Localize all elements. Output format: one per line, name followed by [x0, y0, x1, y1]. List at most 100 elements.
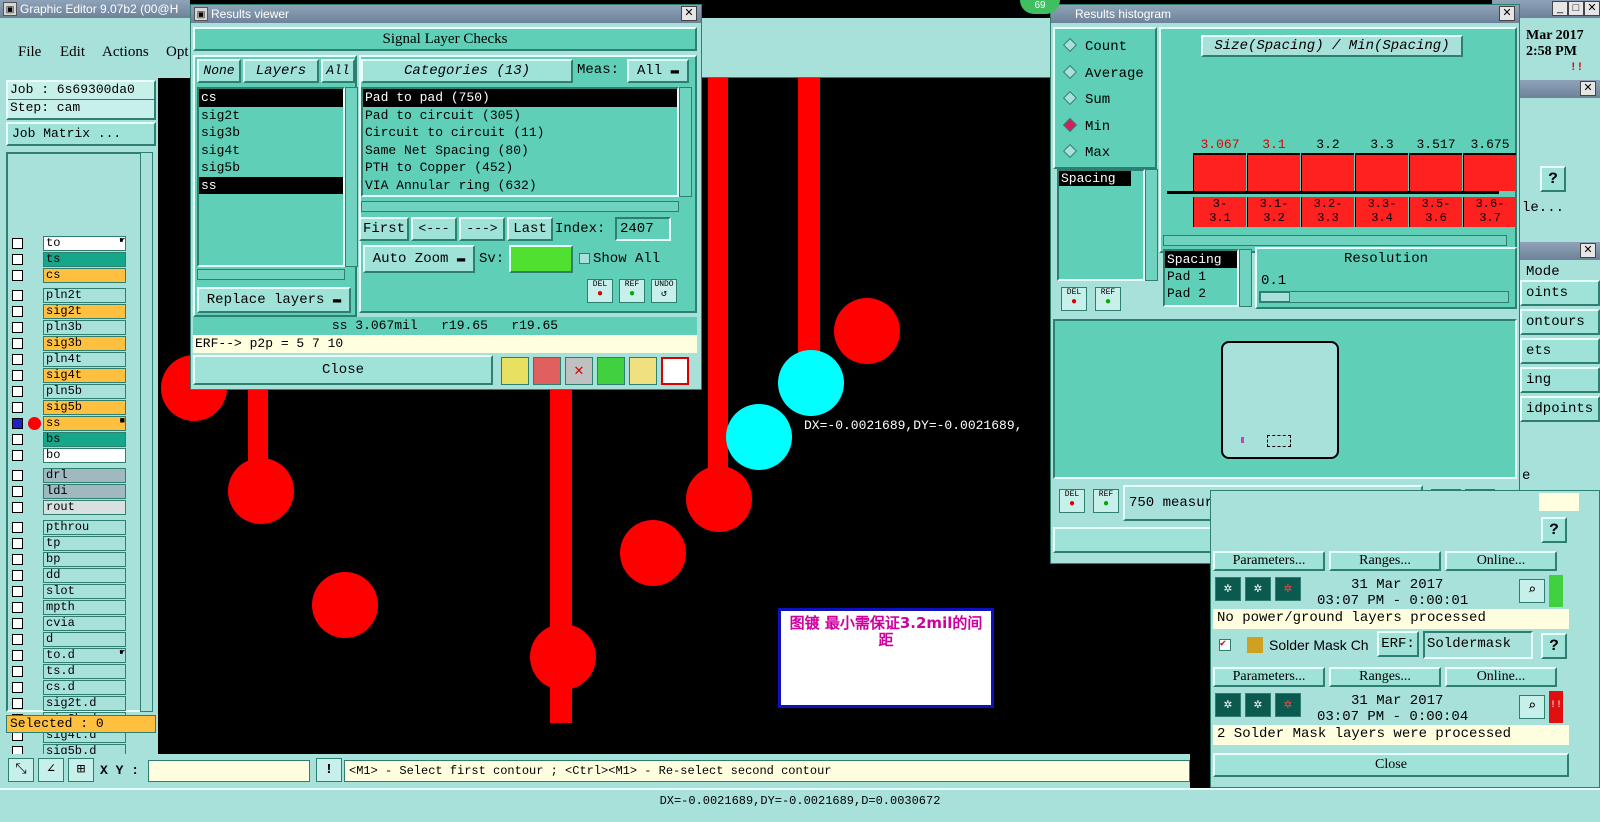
layer-row[interactable]: slot: [12, 584, 127, 599]
histogram-bar[interactable]: [1463, 153, 1516, 191]
layer-checkbox[interactable]: [12, 434, 23, 445]
radio-diamond-icon[interactable]: [1062, 64, 1078, 79]
layer-row[interactable]: to ☛: [12, 236, 127, 251]
layer-checkbox[interactable]: [12, 554, 23, 565]
ranges-button[interactable]: Ranges...: [1329, 551, 1441, 571]
spacing-item[interactable]: Spacing: [1059, 171, 1131, 186]
category-item[interactable]: VIA Annular ring (632): [363, 177, 677, 195]
layer-name[interactable]: sig3b: [43, 336, 126, 351]
layer-row[interactable]: pln5b: [12, 384, 127, 399]
histogram-bar[interactable]: [1409, 153, 1462, 191]
categories-header[interactable]: Categories (13): [361, 59, 573, 83]
radio-diamond-icon[interactable]: [1062, 143, 1078, 159]
notes-icon[interactable]: [629, 357, 657, 385]
layer-row[interactable]: sig3b: [12, 336, 127, 351]
mode-item[interactable]: ontours: [1520, 309, 1600, 335]
layer-item[interactable]: ss: [199, 176, 343, 194]
menu-actions[interactable]: Actions: [102, 44, 149, 61]
layer-checkbox[interactable]: [12, 522, 23, 533]
none-button[interactable]: None: [197, 59, 241, 83]
attr-item[interactable]: Pad 1: [1165, 268, 1237, 285]
layer-checkbox[interactable]: [12, 386, 23, 397]
layer-row[interactable]: cs.d: [12, 680, 127, 695]
index-input[interactable]: 2407: [615, 217, 671, 241]
del-icon[interactable]: DEL ●: [1059, 489, 1085, 513]
slider-thumb[interactable]: [1260, 292, 1290, 302]
layer-checkbox[interactable]: [12, 450, 23, 461]
histogram-icon[interactable]: [661, 357, 689, 385]
layer-checkbox[interactable]: [12, 698, 23, 709]
layer-name[interactable]: ts: [43, 252, 126, 267]
attr-item[interactable]: Pad 2: [1165, 285, 1237, 302]
run-icon[interactable]: ✲: [1215, 693, 1241, 717]
run-icon[interactable]: ✲: [1245, 693, 1271, 717]
grid-icon[interactable]: ⊞: [68, 758, 94, 782]
radio-diamond-icon[interactable]: [1062, 90, 1078, 106]
layer-name[interactable]: bo: [43, 448, 126, 463]
layer-name[interactable]: cs: [43, 268, 126, 283]
layer-checkbox[interactable]: [12, 470, 23, 481]
histogram-bar[interactable]: [1247, 153, 1300, 191]
mode-option-max[interactable]: Max: [1062, 143, 1110, 161]
layer-checkbox[interactable]: [12, 538, 23, 549]
layer-name[interactable]: ldi: [43, 484, 126, 499]
close-icon[interactable]: ✕: [681, 6, 697, 21]
parameters-button[interactable]: Parameters...: [1213, 551, 1325, 571]
search-icon[interactable]: ⌕: [1519, 579, 1545, 603]
layer-name[interactable]: to.d: [43, 648, 126, 663]
layer-row[interactable]: sig4t: [12, 368, 127, 383]
category-item[interactable]: Pad to circuit (305): [363, 107, 677, 125]
category-item[interactable]: PTH to Copper (452): [363, 159, 677, 177]
layer-name[interactable]: drl: [43, 468, 126, 483]
layer-row[interactable]: d: [12, 632, 127, 647]
help-button[interactable]: ?: [1541, 517, 1567, 543]
chart-hscrollbar[interactable]: [1163, 235, 1507, 246]
layer-checkbox[interactable]: [12, 502, 23, 513]
category-hscrollbar[interactable]: [361, 201, 679, 212]
layer-row[interactable]: pthrou: [12, 520, 127, 535]
layer-name[interactable]: bp: [43, 552, 126, 567]
warning-icon[interactable]: !: [316, 758, 342, 782]
ref-icon[interactable]: REF ●: [1095, 287, 1121, 311]
run-icon[interactable]: ✲: [1275, 693, 1301, 717]
all-layers-button[interactable]: All: [321, 59, 355, 83]
export-icon[interactable]: [533, 357, 561, 385]
layer-row[interactable]: pln3b: [12, 320, 127, 335]
undo-icon[interactable]: UNDO ↺: [651, 279, 677, 303]
run-icon[interactable]: ✲: [1245, 577, 1271, 601]
layer-checkbox[interactable]: [12, 338, 23, 349]
ranges-button-2[interactable]: Ranges...: [1329, 667, 1441, 687]
layers-button[interactable]: Layers: [243, 59, 319, 83]
meas-select[interactable]: All ▬: [627, 59, 689, 83]
menu-edit[interactable]: Edit: [60, 44, 85, 61]
layer-row[interactable]: cvia: [12, 616, 127, 631]
parameters-button-2[interactable]: Parameters...: [1213, 667, 1325, 687]
attr-item[interactable]: Spacing: [1165, 251, 1237, 268]
close-icon[interactable]: ✕: [1584, 1, 1600, 16]
next-button[interactable]: --->: [459, 217, 505, 241]
layer-checkbox[interactable]: [12, 650, 23, 661]
layer-name[interactable]: tp: [43, 536, 126, 551]
layer-row[interactable]: pln4t: [12, 352, 127, 367]
layer-checkbox[interactable]: [12, 418, 23, 429]
histogram-bar[interactable]: [1301, 153, 1354, 191]
close-button[interactable]: Close: [193, 355, 493, 385]
layer-name[interactable]: ts.d: [43, 664, 126, 679]
ref-icon[interactable]: REF ●: [619, 279, 645, 303]
layer-checkbox[interactable]: [12, 666, 23, 677]
checks-close-button[interactable]: Close: [1213, 753, 1569, 777]
layer-row[interactable]: ts: [12, 252, 127, 267]
close-icon[interactable]: ✕: [1580, 243, 1596, 258]
erf-button[interactable]: ERF:: [1377, 631, 1419, 657]
del-icon[interactable]: DEL ●: [1061, 287, 1087, 311]
layer-name[interactable]: rout: [43, 500, 126, 515]
help-button[interactable]: ?: [1541, 633, 1567, 659]
layer-checkbox[interactable]: [12, 322, 23, 333]
last-button[interactable]: Last: [507, 217, 553, 241]
category-scrollbar[interactable]: [679, 87, 692, 197]
mode-item[interactable]: ing: [1520, 367, 1600, 393]
layer-item[interactable]: sig5b: [199, 159, 343, 177]
layer-name[interactable]: slot: [43, 584, 126, 599]
layer-list-scrollbar[interactable]: [140, 152, 153, 712]
layer-name[interactable]: pln3b: [43, 320, 126, 335]
